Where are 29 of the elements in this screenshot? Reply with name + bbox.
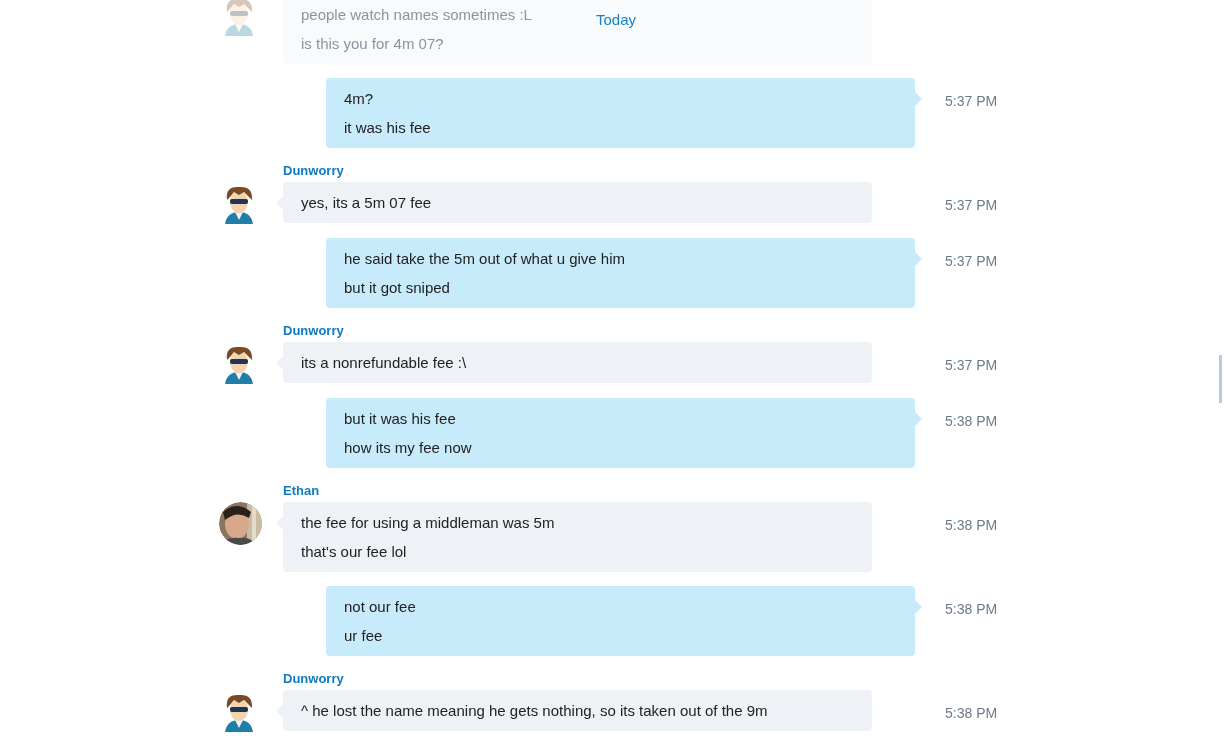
message-text: but it was his fee	[344, 409, 456, 429]
message-text: is this you for 4m 07?	[301, 34, 444, 54]
message-text: yes, its a 5m 07 fee	[301, 193, 432, 213]
date-divider: Today	[596, 9, 636, 30]
scrollbar[interactable]	[1219, 355, 1222, 403]
message-text: he said take the 5m out of what u give him	[344, 249, 625, 269]
sender-name: Dunworry	[283, 323, 344, 338]
message-text: ur fee	[344, 626, 383, 646]
message-text: the fee for using a middleman was 5m	[301, 513, 555, 533]
message-text: that's our fee lol	[301, 542, 407, 562]
message-time: 5:37 PM	[945, 197, 998, 213]
sender-name: Dunworry	[283, 163, 344, 178]
message-text: ^ he lost the name meaning he gets nothing, so its taken out of the 9m	[301, 701, 768, 721]
sender-name: Ethan	[283, 483, 320, 498]
message-time: 5:38 PM	[945, 413, 998, 429]
message-text: not our fee	[344, 597, 416, 617]
message-text: how its my fee now	[344, 438, 472, 458]
message-text: its a nonrefundable fee :\	[301, 353, 467, 373]
message-time: 5:37 PM	[945, 253, 998, 269]
message-text: people watch names sometimes :L	[301, 5, 532, 25]
message-text: it was his fee	[344, 118, 431, 138]
message-time: 5:38 PM	[945, 705, 998, 721]
sender-name: Dunworry	[283, 671, 344, 686]
message-time: 5:37 PM	[945, 93, 998, 109]
message-time: 5:38 PM	[945, 517, 998, 533]
message-time: 5:38 PM	[945, 601, 998, 617]
message-text: but it got sniped	[344, 278, 450, 298]
message-text: 4m?	[344, 89, 374, 109]
message-time: 5:37 PM	[945, 357, 998, 373]
